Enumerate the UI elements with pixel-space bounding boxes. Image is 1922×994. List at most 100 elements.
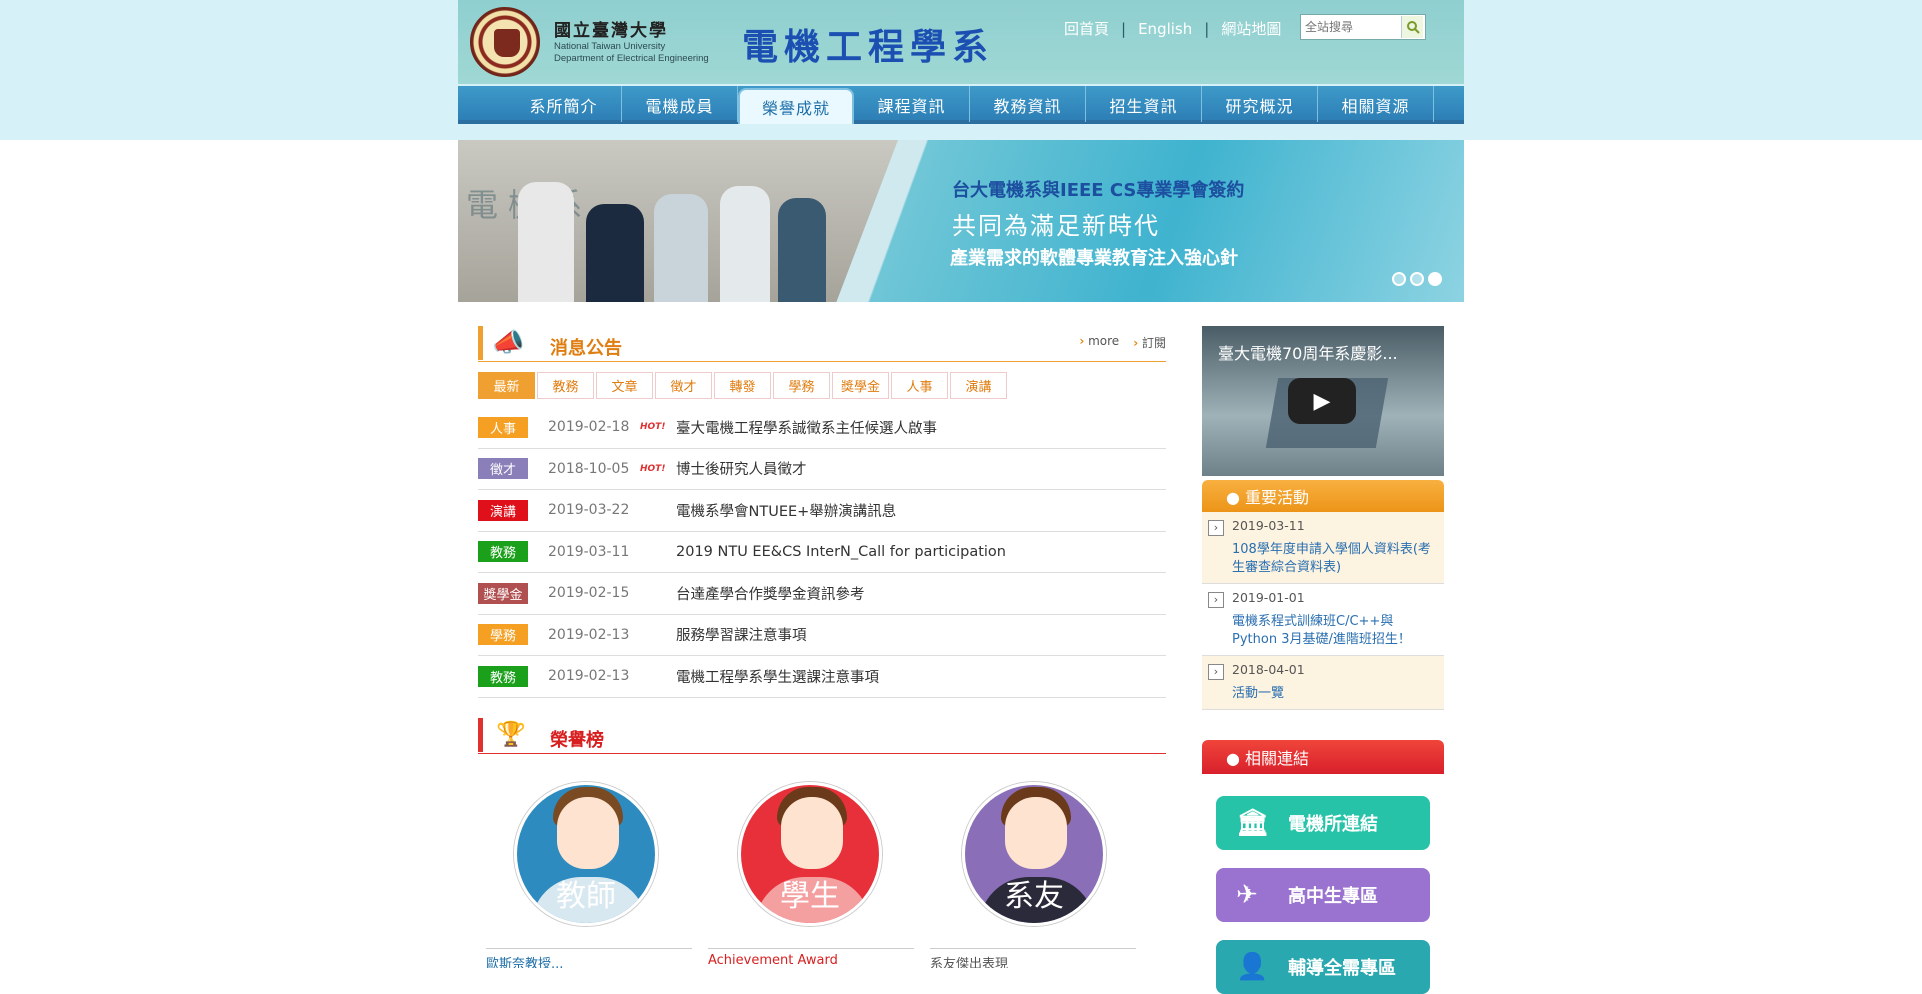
event-item[interactable]: › 2018-04-01 活動一覽 — [1202, 656, 1444, 710]
alumni-label: 系友 — [1004, 878, 1064, 914]
news-title-link[interactable]: 服務學習課注意事項 — [676, 624, 807, 645]
nav-item-research[interactable]: 研究概況 — [1202, 86, 1318, 122]
nav-item-about[interactable]: 系所簡介 — [506, 86, 622, 122]
top-links: 回首頁 | English | 網站地圖 — [1064, 18, 1281, 39]
related-link-button[interactable]: 👤 輔導全需專區 — [1216, 940, 1430, 994]
video-player[interactable]: 臺大電機70周年系慶影... ▶ — [1202, 326, 1444, 476]
play-icon[interactable]: ▶ — [1288, 378, 1356, 424]
event-description[interactable]: 108學年度申請入學個人資料表(考生審查綜合資料表) — [1232, 541, 1438, 577]
main-nav: 系所簡介 電機成員 榮譽成就 課程資訊 教務資訊 招生資訊 研究概況 相關資源 — [458, 86, 1464, 124]
department-title[interactable]: 電機工程學系 — [742, 18, 994, 70]
news-row[interactable]: 教務 2019-03-11 2019 NTU EE&CS InterN_Call f… — [478, 532, 1166, 573]
subscribe-link[interactable]: › 訂閱 — [1133, 334, 1166, 351]
sidebar: 臺大電機70周年系慶影... ▶ ● 重要活動 › 2019-03-11 108學年… — [1202, 326, 1444, 994]
related-link-button[interactable]: 🏛 電機所連結 — [1216, 796, 1430, 850]
news-title-link[interactable]: 博士後研究人員徵才 — [676, 458, 807, 479]
news-category-badge: 演講 — [478, 499, 528, 521]
nav-item-academic[interactable]: 教務資訊 — [970, 86, 1086, 122]
hot-badge: HOT! — [640, 422, 666, 433]
chevron-right-icon: › — [1208, 664, 1224, 680]
event-item[interactable]: › 2019-03-11 108學年度申請入學個人資料表(考生審查綜合資料表) — [1202, 512, 1444, 584]
separator: | — [1121, 19, 1127, 38]
tab-lectures[interactable]: 演講 — [950, 372, 1007, 399]
carousel-dot-active[interactable] — [1428, 272, 1442, 286]
nav-item-honors[interactable]: 榮譽成就 — [738, 88, 854, 124]
related-link-label: 電機所連結 — [1288, 814, 1378, 835]
event-description[interactable]: 活動一覽 — [1232, 685, 1438, 703]
news-category-badge: 人事 — [478, 416, 528, 438]
department-name-en: Department of Electrical Engineering — [554, 53, 709, 64]
search-button[interactable] — [1401, 16, 1423, 38]
university-seal-logo[interactable] — [470, 7, 540, 77]
more-link[interactable]: › more — [1079, 334, 1119, 351]
home-link[interactable]: 回首頁 — [1064, 18, 1109, 39]
news-date: 2019-03-11 — [548, 543, 630, 560]
alumni-avatar-card[interactable]: 系友 — [962, 781, 1106, 926]
tab-scholarship[interactable]: 獎學金 — [832, 372, 889, 399]
important-events-header: ● 重要活動 — [1202, 480, 1444, 512]
news-row[interactable]: 人事 2019-02-18 HOT! 臺大電機工程學系誠徵系主任候選人啟事 — [478, 407, 1166, 449]
tab-student-affairs[interactable]: 學務 — [773, 372, 830, 399]
nav-item-courses[interactable]: 課程資訊 — [854, 86, 970, 122]
news-category-badge: 教務 — [478, 541, 528, 563]
main-column: 📣 消息公告 › more › 訂閱 最新 教務 文章 徵才 轉發 學務 獎學金… — [478, 326, 1166, 968]
news-date: 2018-10-05 — [548, 460, 630, 477]
alumni-caption[interactable]: 系友傑出表現 — [930, 947, 1136, 968]
news-row[interactable]: 演講 2019-03-22 電機系學會NTUEE+舉辦演講訊息 — [478, 490, 1166, 532]
teacher-label: 教師 — [556, 878, 616, 914]
news-tabs: 最新 教務 文章 徵才 轉發 學務 獎學金 人事 演講 — [478, 372, 1166, 399]
carousel-dot[interactable] — [1392, 272, 1406, 286]
news-title-link[interactable]: 2019 NTU EE&CS InterN_Call for participa… — [676, 544, 1006, 560]
banner-tagline: 產業需求的軟體專業教育注入強心針 — [950, 248, 1238, 269]
banner-subtitle: 共同為滿足新時代 — [952, 212, 1160, 240]
news-row[interactable]: 獎學金 2019-02-15 台達產學合作獎學金資訊參考 — [478, 573, 1166, 615]
search-icon — [1406, 21, 1420, 34]
news-row[interactable]: 徵才 2018-10-05 HOT! 博士後研究人員徵才 — [478, 449, 1166, 490]
news-actions: › more › 訂閱 — [1079, 334, 1166, 351]
student-caption[interactable]: Achievement Award — [708, 947, 914, 968]
news-title-link[interactable]: 臺大電機工程學系誠徵系主任候選人啟事 — [676, 417, 937, 438]
news-row[interactable]: 教務 2019-02-13 電機工程學系學生選課注意事項 — [478, 656, 1166, 698]
related-links-header: ● 相關連結 — [1202, 740, 1444, 774]
honor-title: 榮譽榜 — [550, 729, 604, 751]
event-item[interactable]: › 2019-01-01 電機系程式訓練班C/C++與Python 3月基礎/進階班… — [1202, 584, 1444, 656]
university-name-en: National Taiwan University — [554, 41, 666, 52]
paper-plane-icon: ✈ — [1236, 880, 1258, 910]
student-avatar-card[interactable]: 學生 — [738, 781, 882, 926]
news-date: 2019-03-22 — [548, 502, 630, 519]
university-name-block: 國立臺灣大學 National Taiwan University Depart… — [554, 16, 754, 65]
hero-banner[interactable]: 電 機 系 台大電機系與IEEE CS專業學會簽約 共同為滿足新時代 產業需求的… — [458, 140, 1464, 302]
tab-forward[interactable]: 轉發 — [714, 372, 771, 399]
news-title-link[interactable]: 台達產學合作獎學金資訊參考 — [676, 583, 865, 604]
banner-photo: 電 機 系 — [458, 140, 898, 302]
english-link[interactable]: English — [1138, 20, 1192, 38]
news-title-link[interactable]: 電機系學會NTUEE+舉辦演講訊息 — [676, 500, 896, 521]
honor-section-header: 🏆 榮譽榜 — [478, 717, 1166, 754]
trophy-icon: 🏆 — [496, 719, 526, 748]
tab-academic[interactable]: 教務 — [537, 372, 594, 399]
search-box — [1300, 14, 1426, 40]
important-events-list: › 2019-03-11 108學年度申請入學個人資料表(考生審查綜合資料表) › 20… — [1202, 512, 1444, 710]
tab-latest[interactable]: 最新 — [478, 372, 535, 399]
news-title-link[interactable]: 電機工程學系學生選課注意事項 — [676, 666, 879, 687]
search-input[interactable] — [1301, 16, 1401, 38]
teacher-avatar-card[interactable]: 教師 — [514, 781, 658, 926]
sitemap-link[interactable]: 網站地圖 — [1221, 18, 1281, 39]
carousel-dot[interactable] — [1410, 272, 1424, 286]
nav-item-admissions[interactable]: 招生資訊 — [1086, 86, 1202, 122]
news-category-badge: 獎學金 — [478, 582, 528, 604]
news-category-badge: 徵才 — [478, 458, 528, 480]
university-name-zh: 國立臺灣大學 — [554, 21, 668, 41]
news-row[interactable]: 學務 2019-02-13 服務學習課注意事項 — [478, 615, 1166, 656]
chevron-right-icon: › — [1208, 592, 1224, 608]
student-label: 學生 — [780, 878, 840, 914]
event-description[interactable]: 電機系程式訓練班C/C++與Python 3月基礎/進階班招生！ — [1232, 613, 1438, 649]
nav-item-members[interactable]: 電機成員 — [622, 86, 738, 122]
tab-personnel[interactable]: 人事 — [891, 372, 948, 399]
related-link-button[interactable]: ✈ 高中生專區 — [1216, 868, 1430, 922]
nav-item-resources[interactable]: 相關資源 — [1318, 86, 1434, 122]
teacher-caption[interactable]: 歐斯奈教授... — [486, 947, 692, 968]
tab-articles[interactable]: 文章 — [596, 372, 653, 399]
site-header: 國立臺灣大學 National Taiwan University Depart… — [458, 0, 1464, 84]
tab-jobs[interactable]: 徵才 — [655, 372, 712, 399]
